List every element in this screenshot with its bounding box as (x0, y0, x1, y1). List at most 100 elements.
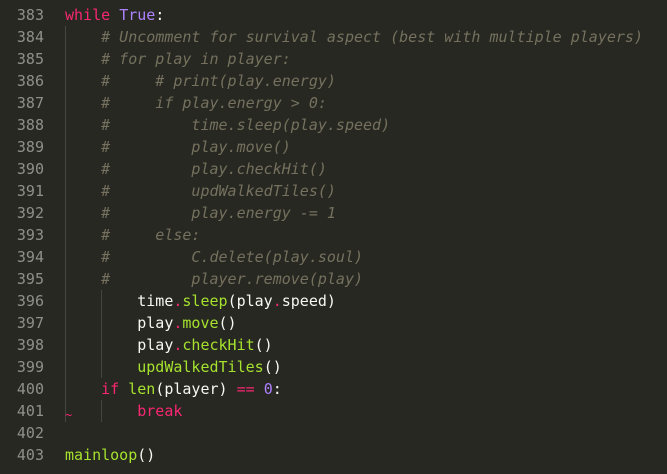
code-token: == (236, 380, 255, 398)
line-number: 389 (16, 138, 44, 156)
code-token: updWalkedTiles (137, 358, 264, 376)
code-text: play.move() (65, 312, 237, 334)
code-token: speed) (281, 292, 336, 310)
code-token: time (65, 292, 174, 310)
code-line[interactable]: 386 # # print(play.energy) (0, 70, 667, 92)
code-line[interactable]: 383 while True: (0, 4, 667, 26)
code-token: # updWalkedTiles() (101, 182, 336, 200)
code-text: # play.checkHit() (65, 158, 327, 180)
code-token: # time.sleep(play.speed) (101, 116, 391, 134)
code-token: () (254, 336, 273, 354)
code-line[interactable]: 393 # else: (0, 224, 667, 246)
code-line[interactable]: 394 # C.delete(play.soul) (0, 246, 667, 268)
code-text: # play.energy -= 1 (65, 202, 336, 224)
code-token: () (263, 358, 282, 376)
code-line[interactable]: 399 updWalkedTiles() (0, 356, 667, 378)
code-text: # else: (65, 224, 200, 246)
code-token: play (65, 336, 174, 354)
code-token: play (65, 314, 174, 332)
code-token: True (119, 6, 156, 24)
code-token: # player.remove(play) (101, 270, 364, 288)
code-text: play.checkHit() (65, 334, 273, 356)
code-token: # play.energy -= 1 (101, 204, 336, 222)
code-token: # play.checkHit() (101, 160, 327, 178)
line-number: 388 (16, 116, 44, 134)
code-line[interactable]: 396 time.sleep(play.speed) (0, 290, 667, 312)
code-token: move (182, 314, 219, 332)
code-token: : (272, 380, 282, 398)
code-token: if (101, 380, 120, 398)
lint-warning-icon: ~ (65, 408, 73, 422)
code-token: mainloop (65, 446, 138, 464)
code-line[interactable]: 395 # player.remove(play) (0, 268, 667, 290)
line-number: 386 (16, 72, 44, 90)
code-line[interactable]: 403 mainloop() (0, 444, 667, 466)
line-number: 402 (16, 424, 44, 442)
line-number: 385 (16, 50, 44, 68)
code-line[interactable]: 402 (0, 422, 667, 444)
line-number: 387 (16, 94, 44, 112)
code-line[interactable]: 398 play.checkHit() (0, 334, 667, 356)
code-token: # for play in player: (101, 50, 291, 68)
line-number: 397 (16, 314, 44, 332)
line-number: 403 (16, 446, 44, 464)
line-number: 399 (16, 358, 44, 376)
code-token: . (272, 292, 282, 310)
code-token: 0 (263, 380, 273, 398)
code-line[interactable]: 387 # if play.energy > 0: (0, 92, 667, 114)
code-line[interactable]: 391 # updWalkedTiles() (0, 180, 667, 202)
code-line[interactable]: 392 # play.energy -= 1 (0, 202, 667, 224)
line-number: 393 (16, 226, 44, 244)
code-token: # # print(play.energy) (101, 72, 336, 90)
code-token: () (218, 314, 237, 332)
code-token: checkHit (182, 336, 255, 354)
code-token: : (155, 6, 165, 24)
code-token: (player) (155, 380, 237, 398)
code-text: # C.delete(play.soul) (65, 246, 363, 268)
code-text: if len(player) == 0: (65, 378, 282, 400)
line-number: 391 (16, 182, 44, 200)
code-line[interactable]: 385 # for play in player: (0, 48, 667, 70)
code-text: time.sleep(play.speed) (65, 290, 336, 312)
line-number: 390 (16, 160, 44, 178)
code-line[interactable]: 390 # play.checkHit() (0, 158, 667, 180)
code-line[interactable]: 400 if len(player) == 0: (0, 378, 667, 400)
code-token: # C.delete(play.soul) (101, 248, 364, 266)
code-editor[interactable]: 383 while True: 384 # Uncomment for surviv… (0, 0, 667, 474)
code-text: mainloop() (65, 444, 155, 466)
line-number: 383 (16, 6, 44, 24)
code-line[interactable]: 401 break ~ (0, 400, 667, 422)
code-text: # play.move() (65, 136, 291, 158)
code-token: # play.move() (101, 138, 291, 156)
code-text: while True: (65, 4, 164, 26)
code-text: # player.remove(play) (65, 268, 363, 290)
code-line[interactable]: 384 # Uncomment for survival aspect (bes… (0, 26, 667, 48)
code-token: sleep (182, 292, 228, 310)
code-text: # Uncomment for survival aspect (best wi… (65, 26, 643, 48)
code-token: # Uncomment for survival aspect (best wi… (101, 28, 643, 46)
code-text: # if play.energy > 0: (65, 92, 327, 114)
code-token: while (65, 6, 111, 24)
code-token: (play (227, 292, 273, 310)
code-line[interactable]: 389 # play.move() (0, 136, 667, 158)
line-number: 392 (16, 204, 44, 222)
code-line[interactable]: 397 play.move() (0, 312, 667, 334)
code-line[interactable]: 388 # time.sleep(play.speed) (0, 114, 667, 136)
code-text: # time.sleep(play.speed) (65, 114, 390, 136)
